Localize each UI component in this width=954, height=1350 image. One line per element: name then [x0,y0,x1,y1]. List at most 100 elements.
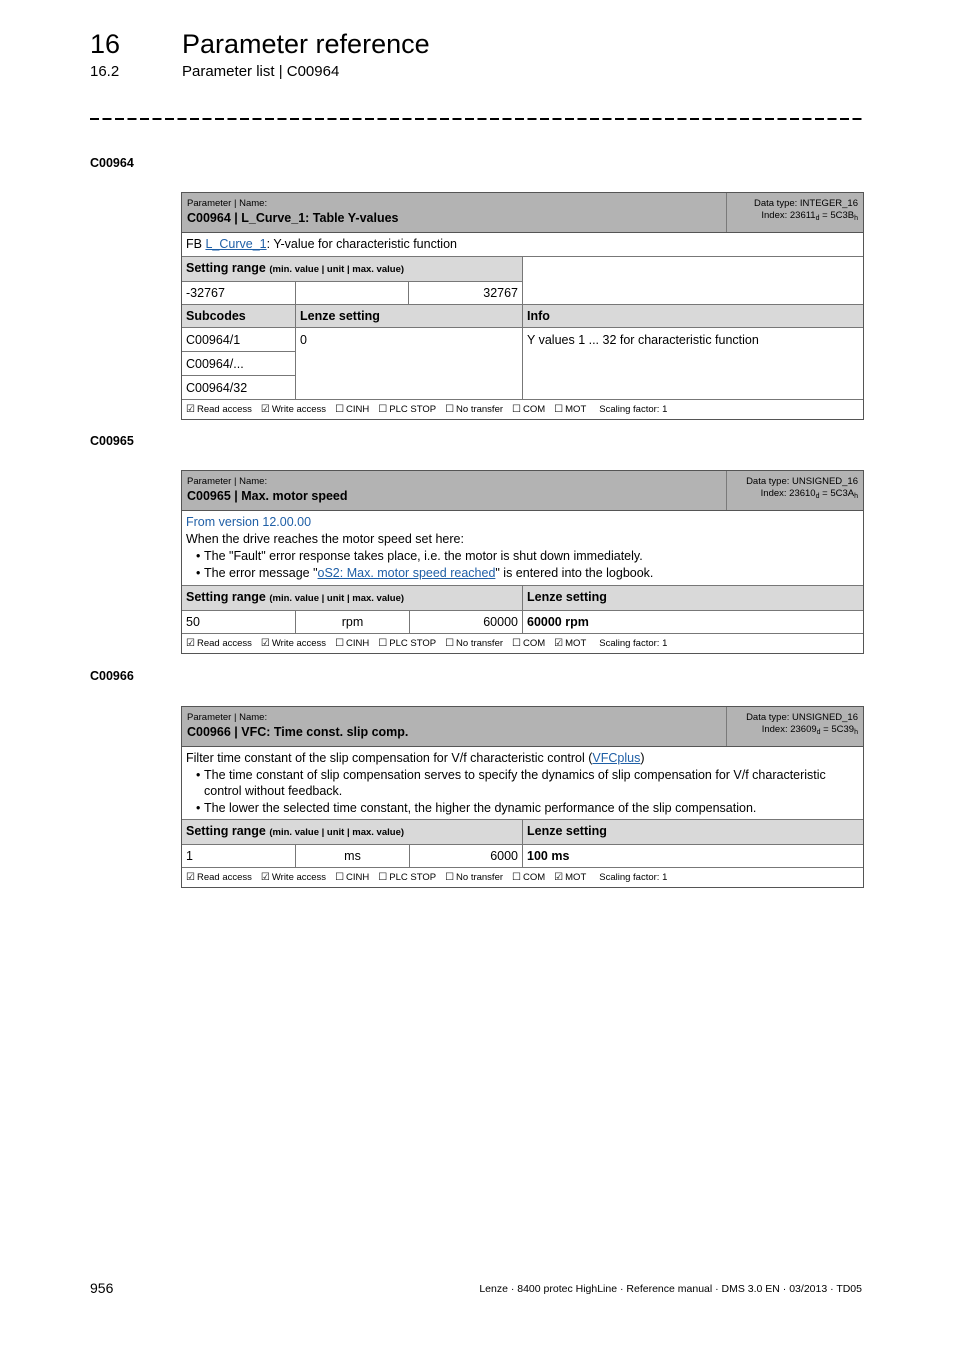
document-info: Lenze · 8400 protec HighLine · Reference… [479,1283,862,1295]
flag-com: ☐ COM [512,404,546,415]
flag-mot: ☑ MOT [554,638,587,649]
subcodes-header: Subcodes [182,305,296,327]
parameter-table-c00966: Parameter | Name: C00966 | VFC: Time con… [181,706,864,888]
chapter-title: Parameter reference [182,29,430,59]
parameter-heading: C00964 [90,156,134,170]
checkbox-empty-icon: ☐ [512,638,521,649]
setting-range-header: Setting range (min. value | unit | max. … [182,820,523,844]
parameter-index: Index: 23610d = 5C3Ah [760,488,858,500]
parameter-name: C00965 | Max. motor speed [187,489,348,503]
range-max: 60000 [410,611,523,633]
lenze-setting-header: Lenze setting [523,820,863,844]
error-message-link[interactable]: oS2: Max. motor speed reached [318,566,496,580]
scaling-factor: Scaling factor: 1 [599,872,668,883]
checkbox-empty-icon: ☐ [554,404,564,415]
checkbox-empty-icon: ☐ [378,872,388,883]
flag-no-transfer: ☐ No transfer [445,404,504,415]
flag-mot: ☐ MOT [554,404,587,415]
checkbox-empty-icon: ☐ [335,404,345,415]
checkbox-empty-icon: ☐ [445,404,455,415]
empty-cell [523,257,863,304]
parameter-header: Parameter | Name: C00965 | Max. motor sp… [182,471,863,511]
parameter-index: Index: 23611d = 5C3Bh [761,210,858,222]
flag-plc-stop: ☐ PLC STOP [378,638,437,649]
parameter-name: C00964 | L_Curve_1: Table Y-values [187,211,399,225]
range-unit: rpm [296,611,410,633]
lenze-setting-value: 100 ms [527,849,570,863]
flag-cinh: ☐ CINH [335,638,370,649]
flag-no-transfer: ☐ No transfer [445,872,504,883]
flag-no-transfer: ☐ No transfer [445,638,504,649]
access-flags: ☑ Read access ☑ Write access ☐ CINH ☐ PLC ST… [182,400,863,419]
parameter-name: C00966 | VFC: Time const. slip comp. [187,725,409,739]
range-unit [296,282,410,304]
parameter-description: FB L_Curve_1: Y-value for characteristic… [182,233,863,257]
parameter-index: Index: 23609d = 5C39h [761,724,858,736]
lenze-setting-header: Lenze setting [296,305,523,327]
description-bullet: The "Fault" error response takes place, … [196,548,859,565]
parameter-heading: C00966 [90,669,134,683]
checkbox-empty-icon: ☐ [512,404,521,415]
fb-link[interactable]: L_Curve_1 [205,237,266,251]
range-min: 50 [182,611,296,633]
subcode-item: C00964/... [182,352,295,376]
chapter-number: 16 [90,29,121,59]
checkbox-checked-icon: ☑ [186,638,195,649]
flag-write-access: ☑ Write access [260,872,327,883]
scaling-factor: Scaling factor: 1 [599,404,668,415]
header-divider [90,118,862,120]
data-type: Data type: INTEGER_16 [753,198,858,209]
info-header: Info [523,305,863,327]
range-min: -32767 [182,282,296,304]
flag-plc-stop: ☐ PLC STOP [378,872,437,883]
header-label: Parameter | Name: [187,476,268,487]
flag-mot: ☑ MOT [554,872,587,883]
checkbox-checked-icon: ☑ [554,638,564,649]
flag-read-access: ☑ Read access [186,872,252,883]
checkbox-checked-icon: ☑ [260,404,270,415]
description-bullet: The time constant of slip compensation s… [196,767,859,800]
checkbox-empty-icon: ☐ [378,404,388,415]
data-type: Data type: UNSIGNED_16 [746,476,858,487]
page-number: 956 [90,1280,114,1296]
subcode-item: C00964/1 [182,328,295,352]
range-max: 6000 [410,845,523,867]
access-flags: ☑ Read access ☑ Write access ☐ CINH ☐ PLC ST… [182,634,863,653]
parameter-table-c00965: Parameter | Name: C00965 | Max. motor sp… [181,470,864,654]
setting-range-header: Setting range (min. value | unit | max. … [182,586,523,610]
parameter-table-c00964: Parameter | Name: C00964 | L_Curve_1: Ta… [181,192,864,420]
section-title: Parameter list | C00964 [182,63,340,80]
flag-write-access: ☑ Write access [260,404,327,415]
checkbox-checked-icon: ☑ [260,872,270,883]
range-min: 1 [182,845,296,867]
parameter-header: Parameter | Name: C00966 | VFC: Time con… [182,707,863,747]
range-max: 32767 [483,286,519,300]
flag-read-access: ☑ Read access [186,638,252,649]
checkbox-checked-icon: ☑ [554,872,564,883]
flag-com: ☐ COM [512,872,546,883]
parameter-heading: C00965 [90,434,134,448]
checkbox-empty-icon: ☐ [335,872,345,883]
checkbox-checked-icon: ☑ [186,872,195,883]
vfcplus-link[interactable]: VFCplus [592,751,640,765]
version-note: From version 12.00.00 [186,515,312,529]
flag-plc-stop: ☐ PLC STOP [378,404,437,415]
description-intro: Filter time constant of the slip compens… [186,751,645,765]
checkbox-empty-icon: ☐ [445,872,455,883]
flag-cinh: ☐ CINH [335,404,370,415]
lenze-setting-value: 0 [296,328,523,399]
checkbox-empty-icon: ☐ [378,638,388,649]
data-type: Data type: UNSIGNED_16 [746,712,858,723]
subcode-list: C00964/1 C00964/... C00964/32 [182,328,296,399]
description-bullet: The lower the selected time constant, th… [196,800,859,817]
header-label: Parameter | Name: [187,198,268,209]
parameter-description: From version 12.00.00 When the drive rea… [182,511,863,586]
setting-range-header: Setting range (min. value | unit | max. … [182,257,522,282]
checkbox-empty-icon: ☐ [445,638,455,649]
flag-read-access: ☑ Read access [186,404,252,415]
subcode-item: C00964/32 [186,381,248,395]
checkbox-checked-icon: ☑ [186,404,195,415]
checkbox-empty-icon: ☐ [335,638,345,649]
flag-write-access: ☑ Write access [260,638,327,649]
description-bullet: The error message "oS2: Max. motor speed… [196,565,859,582]
